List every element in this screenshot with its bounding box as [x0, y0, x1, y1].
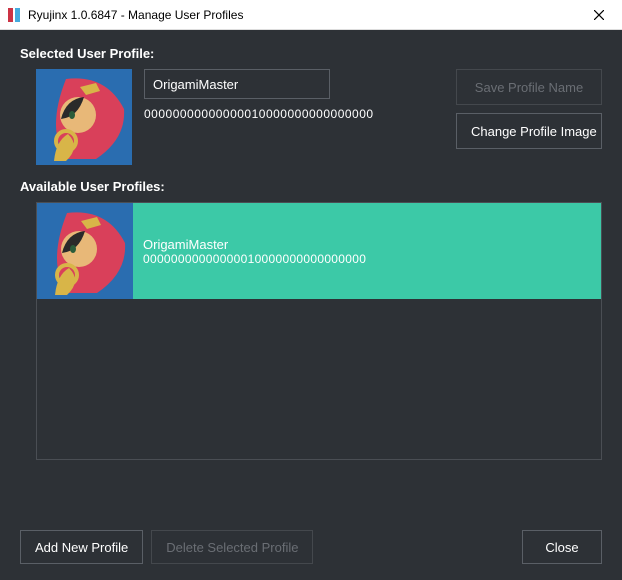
selected-profile-row: 00000000000000010000000000000000 Save Pr…	[20, 69, 602, 165]
window-close-button[interactable]	[576, 0, 622, 30]
profile-name-input[interactable]	[144, 69, 330, 99]
selected-profile-label: Selected User Profile:	[20, 46, 602, 61]
profile-uid-text: 00000000000000010000000000000000	[144, 107, 444, 121]
close-button[interactable]: Close	[522, 530, 602, 564]
delete-selected-profile-button[interactable]: Delete Selected Profile	[151, 530, 313, 564]
available-profiles-label: Available User Profiles:	[20, 179, 602, 194]
available-profiles-list[interactable]: OrigamiMaster 00000000000000010000000000…	[36, 202, 602, 460]
profile-item-text: OrigamiMaster 00000000000000010000000000…	[133, 203, 601, 299]
app-icon	[6, 7, 22, 23]
profile-list-item[interactable]: OrigamiMaster 00000000000000010000000000…	[37, 203, 601, 299]
profile-item-name: OrigamiMaster	[143, 237, 601, 252]
close-icon	[594, 10, 604, 20]
footer-buttons: Add New Profile Delete Selected Profile …	[20, 514, 602, 564]
content-area: Selected User Profile: 00000000000000010…	[0, 30, 622, 580]
window-title: Ryujinx 1.0.6847 - Manage User Profiles	[28, 8, 576, 22]
spacer	[321, 530, 514, 564]
selected-profile-info: 00000000000000010000000000000000	[144, 69, 444, 165]
titlebar: Ryujinx 1.0.6847 - Manage User Profiles	[0, 0, 622, 30]
save-profile-name-button[interactable]: Save Profile Name	[456, 69, 602, 105]
profile-item-uid: 00000000000000010000000000000000	[143, 252, 601, 266]
add-new-profile-button[interactable]: Add New Profile	[20, 530, 143, 564]
profile-item-avatar	[37, 203, 133, 299]
profile-action-buttons: Save Profile Name Change Profile Image	[456, 69, 602, 165]
selected-profile-avatar	[36, 69, 132, 165]
change-profile-image-button[interactable]: Change Profile Image	[456, 113, 602, 149]
